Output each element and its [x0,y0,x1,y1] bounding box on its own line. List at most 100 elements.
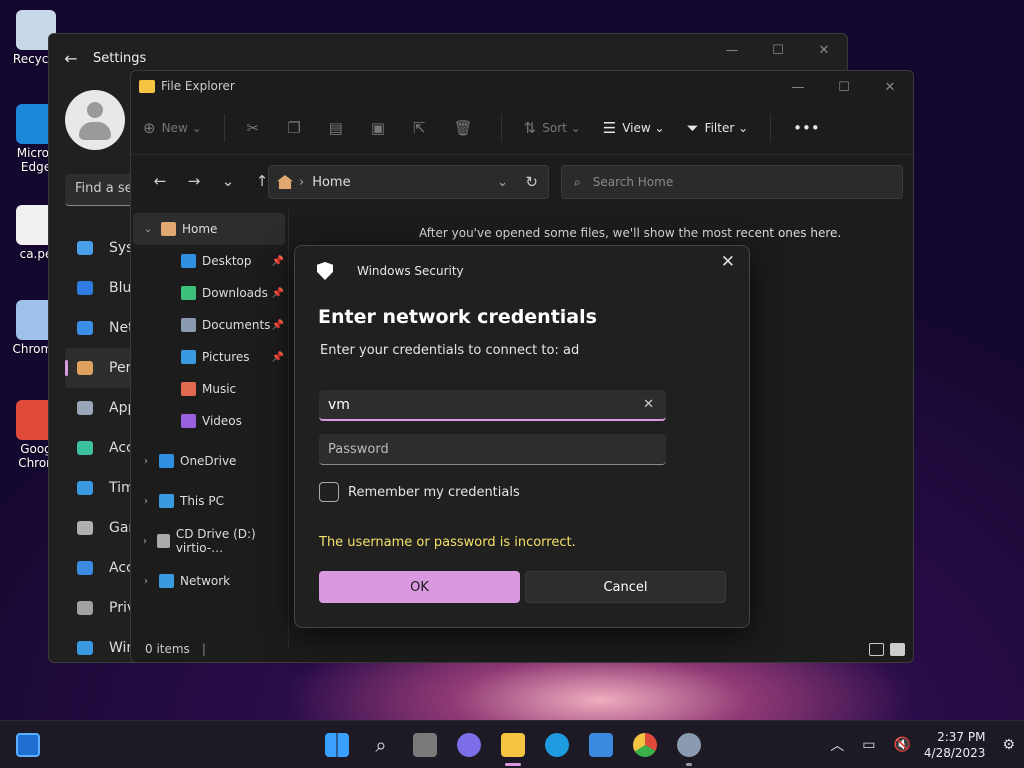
pin-icon[interactable]: 📌 [272,352,284,363]
folder-icon [159,494,174,508]
chevron-down-icon[interactable]: ⌄ [497,175,508,190]
password-input[interactable]: Password [319,434,666,465]
cancel-button[interactable]: Cancel [525,571,726,603]
filter-icon: ⏷ [686,118,699,137]
person-icon [75,439,95,457]
explorer-title: File Explorer [161,79,235,93]
chat-icon[interactable] [457,733,481,757]
rename-button[interactable]: ▣ [371,119,391,137]
clear-icon[interactable]: ✕ [643,397,654,412]
dialog-heading: Enter network credentials [318,306,597,328]
search-placeholder: Search Home [592,175,674,189]
expand-chevron-icon[interactable]: › [139,576,153,587]
sidebar-item[interactable]: › OneDrive [131,445,288,477]
search-box[interactable]: ⌕ Search Home [561,165,903,199]
settings-title: Settings [93,50,147,66]
sidebar-item[interactable]: Desktop 📌 [131,245,288,277]
credentials-dialog[interactable]: Windows Security ✕ Enter network credent… [294,245,750,628]
chevron-up-icon[interactable]: ︿ [830,735,844,755]
accessibility-icon [75,559,95,577]
close-icon[interactable]: ✕ [801,34,847,66]
search-icon[interactable]: ⌕ [369,733,393,757]
copy-button[interactable]: ❐ [287,119,306,137]
sidebar-item[interactable]: Documents 📌 [131,309,288,341]
start-icon[interactable] [325,733,349,757]
folder-icon [159,454,174,468]
search-icon: ⌕ [574,174,581,189]
expand-chevron-icon[interactable]: › [139,536,151,547]
pin-icon[interactable]: 📌 [272,320,284,331]
minimize-icon[interactable]: — [775,71,821,103]
view-button[interactable]: ☰ View ⌄ [603,119,665,137]
sidebar-item[interactable]: › Network [131,565,288,597]
folder-icon [181,414,196,428]
tiles-view-icon[interactable] [890,642,905,656]
ok-button[interactable]: OK [319,571,520,603]
expand-chevron-icon[interactable]: › [139,456,153,467]
expand-chevron-icon[interactable]: › [139,496,153,507]
cut-button[interactable]: ✂ [247,119,266,137]
remember-checkbox[interactable]: Remember my credentials [319,482,520,502]
close-icon[interactable]: ✕ [867,71,913,103]
username-input[interactable]: vm ✕ [319,390,666,421]
sidebar-item-label: Videos [202,414,242,428]
task-view-icon[interactable] [413,733,437,757]
share-icon: ⇱ [413,118,426,137]
back-arrow-icon[interactable]: ← [49,49,93,68]
clock[interactable]: 2:37 PM 4/28/2023 [924,729,986,761]
widgets-icon[interactable] [16,733,40,757]
status-bar: 0 items | [131,636,913,662]
breadcrumb-separator-icon: › [299,174,305,190]
details-view-icon[interactable] [869,642,884,656]
sort-button[interactable]: ⇅ Sort ⌄ [524,119,581,137]
sidebar-item[interactable]: Videos [131,405,288,437]
edge-icon[interactable] [545,733,569,757]
chrome-icon[interactable] [633,733,657,757]
expand-chevron-icon[interactable]: ⌄ [141,224,155,235]
refresh-icon[interactable]: ↻ [525,173,538,191]
network-icon[interactable]: ▭ [862,737,875,753]
share-button[interactable]: ⇱ [413,119,432,137]
maximize-icon[interactable]: ☐ [821,71,867,103]
folder-icon [139,79,155,93]
sidebar-item[interactable]: Pictures 📌 [131,341,288,373]
monitor-icon [75,239,95,257]
breadcrumb[interactable]: Home [312,175,350,190]
shield-icon [317,262,333,280]
new-button[interactable]: ⊕ New ⌄ [143,119,202,137]
minimize-icon[interactable]: — [709,34,755,66]
paste-button[interactable]: ▤ [329,119,349,137]
filter-button[interactable]: ⏷ Filter ⌄ [687,119,749,137]
back-arrow-icon[interactable]: ← [143,172,177,190]
sidebar-item-label: Home [182,222,218,236]
sidebar-item-label: Network [180,574,231,588]
store-icon[interactable] [589,733,613,757]
delete-button[interactable]: 🗑 [454,119,479,137]
maximize-icon[interactable]: ☐ [755,34,801,66]
notification-icon[interactable]: ⚙ [1002,737,1015,753]
checkbox-icon[interactable] [319,482,339,502]
wifi-icon [75,319,95,337]
folder-icon [181,318,196,332]
sidebar-item[interactable]: Music [131,373,288,405]
pin-icon[interactable]: 📌 [272,256,284,267]
sidebar-item[interactable]: Downloads 📌 [131,277,288,309]
address-bar[interactable]: › Home ⌄ ↻ [268,165,549,199]
update-icon [75,639,95,657]
sidebar-item[interactable]: ⌄ Home [133,213,285,245]
volume-muted-icon[interactable]: 🔇 [893,737,910,753]
sidebar-item[interactable]: › This PC [131,485,288,517]
folder-icon [181,382,196,396]
settings-icon[interactable] [677,733,701,757]
sidebar-item[interactable]: › CD Drive (D:) virtio-… [131,525,288,557]
forward-arrow-icon[interactable]: → [177,172,211,190]
pin-icon[interactable]: 📌 [272,288,284,299]
avatar[interactable] [65,90,125,150]
sidebar-item-label: This PC [180,494,224,508]
recent-chevron-icon[interactable]: ⌄ [211,172,245,190]
folder-icon [181,254,196,268]
file-explorer-icon[interactable] [501,733,525,757]
taskbar: ⌕ ︿ ▭ 🔇 2:37 PM 4/28/2023 ⚙ [0,720,1024,768]
close-icon[interactable]: ✕ [721,252,735,272]
more-options-button[interactable]: ••• [793,119,826,137]
